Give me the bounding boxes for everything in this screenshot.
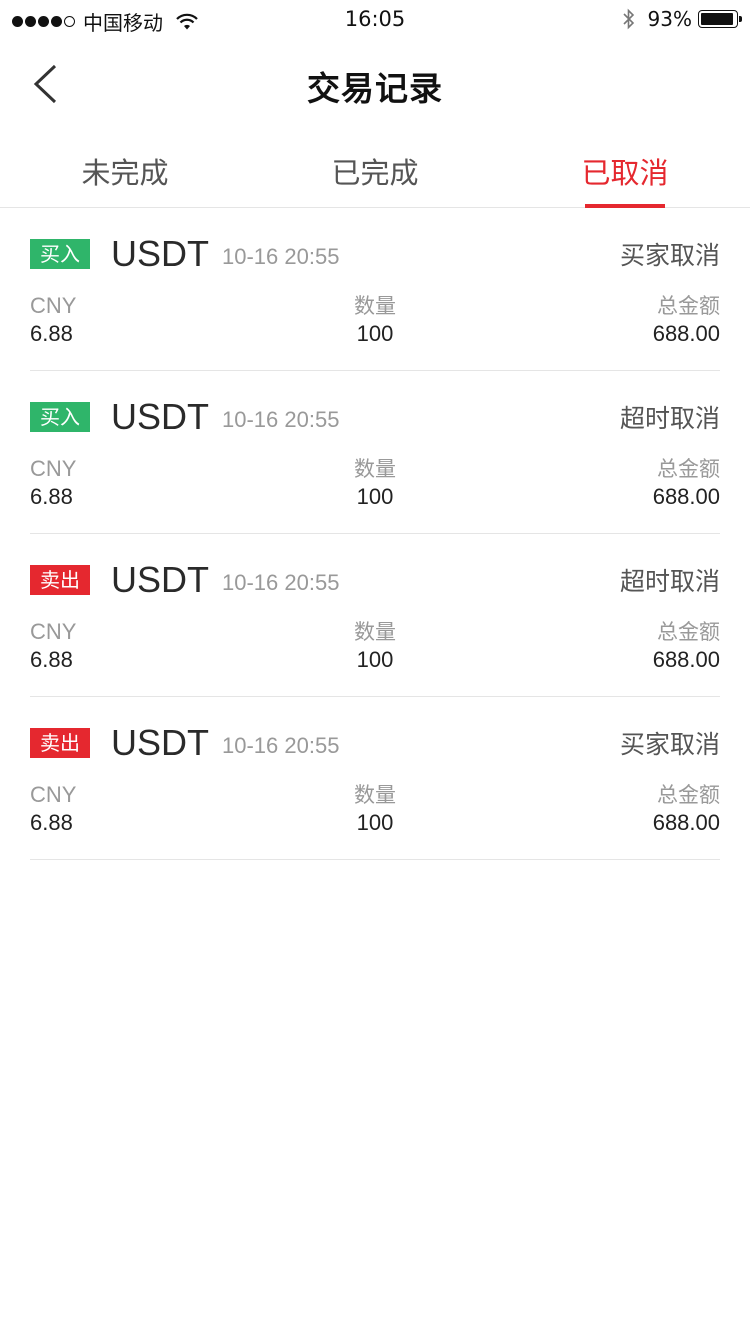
price-column: CNY 6.88: [30, 618, 76, 674]
price-value: 6.88: [30, 321, 73, 346]
total-label: 总金额: [657, 620, 720, 644]
price-label: CNY: [30, 456, 77, 481]
order-time: 10-16 20:55: [222, 244, 340, 269]
quantity-column: 数量 100: [325, 781, 425, 837]
nav-bar: 交易记录: [0, 40, 750, 128]
coin-name: USDT: [111, 396, 209, 437]
total-label: 总金额: [657, 457, 720, 481]
quantity-label: 数量: [354, 783, 396, 807]
total-column: 总金额 688.00: [653, 455, 720, 511]
coin-name: USDT: [111, 233, 209, 274]
total-label: 总金额: [657, 294, 720, 318]
tab-label: 已取消: [581, 156, 669, 190]
price-column: CNY 6.88: [30, 781, 76, 837]
quantity-value: 100: [356, 810, 394, 835]
side-badge: 买入: [30, 402, 90, 432]
order-item[interactable]: 卖出 USDT 10-16 20:55 超时取消 CNY 6.88 数量 100…: [30, 534, 720, 697]
total-value: 688.00: [652, 810, 720, 835]
battery-percent: 93%: [647, 7, 692, 31]
order-status: 买家取消: [619, 730, 720, 759]
order-item[interactable]: 卖出 USDT 10-16 20:55 买家取消 CNY 6.88 数量 100…: [30, 697, 720, 860]
price-value: 6.88: [30, 484, 73, 509]
price-column: CNY 6.88: [30, 292, 76, 348]
price-label: CNY: [30, 619, 77, 644]
page-title: 交易记录: [307, 69, 443, 108]
side-badge: 卖出: [30, 565, 90, 595]
price-value: 6.88: [30, 647, 73, 672]
price-value: 6.88: [30, 810, 73, 835]
total-value: 688.00: [652, 647, 720, 672]
total-column: 总金额 688.00: [653, 292, 720, 348]
quantity-value: 100: [356, 647, 394, 672]
quantity-column: 数量 100: [325, 292, 425, 348]
coin-name: USDT: [111, 559, 209, 600]
order-status: 买家取消: [619, 241, 720, 270]
order-status: 超时取消: [619, 404, 720, 433]
quantity-column: 数量 100: [325, 455, 425, 511]
order-time: 10-16 20:55: [222, 407, 340, 432]
order-item[interactable]: 买入 USDT 10-16 20:55 买家取消 CNY 6.88 数量 100…: [30, 208, 720, 371]
total-column: 总金额 688.00: [653, 781, 720, 837]
bluetooth-icon: [622, 8, 634, 30]
total-label: 总金额: [657, 783, 720, 807]
tab-cancelled[interactable]: 已取消: [500, 128, 750, 208]
order-time: 10-16 20:55: [222, 733, 340, 758]
status-right: 93%: [622, 7, 742, 31]
price-label: CNY: [30, 293, 77, 318]
quantity-label: 数量: [354, 620, 396, 644]
price-column: CNY 6.88: [30, 455, 76, 511]
status-bar: 中国移动 16:05 93%: [0, 0, 750, 40]
total-value: 688.00: [652, 484, 720, 509]
tab-label: 未完成: [81, 156, 169, 190]
order-time: 10-16 20:55: [222, 570, 340, 595]
price-label: CNY: [30, 782, 77, 807]
quantity-value: 100: [356, 321, 394, 346]
coin-name: USDT: [111, 722, 209, 763]
tab-incomplete[interactable]: 未完成: [0, 128, 250, 207]
battery-fill: [701, 13, 733, 25]
quantity-label: 数量: [354, 294, 396, 318]
battery-icon: [698, 10, 742, 28]
quantity-column: 数量 100: [325, 618, 425, 674]
side-badge: 卖出: [30, 728, 90, 758]
quantity-value: 100: [356, 484, 394, 509]
total-value: 688.00: [652, 321, 720, 346]
order-list: 买入 USDT 10-16 20:55 买家取消 CNY 6.88 数量 100…: [30, 208, 720, 860]
side-badge: 买入: [30, 239, 90, 269]
tab-label: 已完成: [331, 156, 419, 190]
order-item[interactable]: 买入 USDT 10-16 20:55 超时取消 CNY 6.88 数量 100…: [30, 371, 720, 534]
quantity-label: 数量: [354, 457, 396, 481]
order-status: 超时取消: [619, 567, 720, 596]
tab-bar: 未完成 已完成 已取消: [0, 128, 750, 208]
tab-completed[interactable]: 已完成: [250, 128, 500, 207]
total-column: 总金额 688.00: [653, 618, 720, 674]
